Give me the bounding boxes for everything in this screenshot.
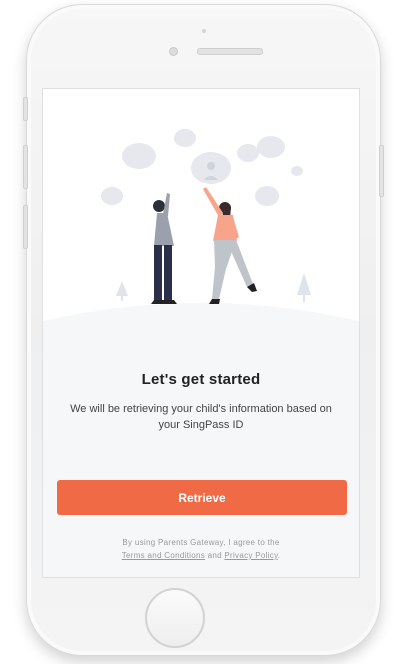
proximity-sensor xyxy=(202,29,206,33)
volume-down-button xyxy=(23,205,28,249)
page-title: Let's get started xyxy=(141,371,261,388)
terms-notice: By using Parents Gateway, I agree to the… xyxy=(63,536,339,562)
app-screen: Let's get started We will be retrieving … xyxy=(42,88,360,578)
retrieve-button-label: Retrieve xyxy=(178,490,226,505)
power-button xyxy=(379,145,384,197)
page-subtitle: We will be retrieving your child's infor… xyxy=(70,403,332,431)
terms-and: and xyxy=(207,551,222,560)
retrieve-button[interactable]: Retrieve xyxy=(57,480,347,515)
privacy-policy-link[interactable]: Privacy Policy xyxy=(224,551,277,560)
home-button[interactable] xyxy=(145,588,205,648)
hero-illustration xyxy=(43,89,359,329)
volume-switch xyxy=(23,97,28,121)
two-people-reaching-for-bubbles-illustration xyxy=(43,129,359,329)
volume-up-button xyxy=(23,145,28,189)
terms-suffix: . xyxy=(277,551,281,560)
earpiece-speaker xyxy=(197,48,263,55)
terms-prefix: By using Parents Gateway, I agree to the xyxy=(122,538,280,547)
terms-link[interactable]: Terms and Conditions xyxy=(122,551,205,560)
front-camera xyxy=(169,47,178,56)
